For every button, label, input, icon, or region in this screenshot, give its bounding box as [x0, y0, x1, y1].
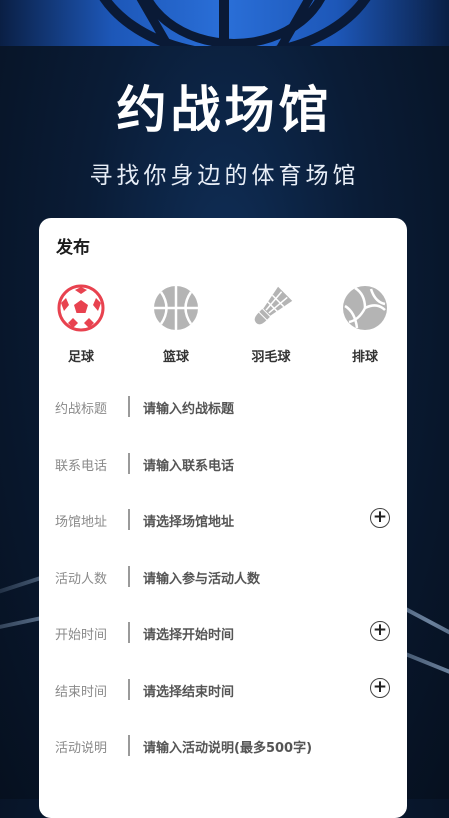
field-divider: [128, 396, 130, 417]
field-label: 场馆地址: [55, 515, 108, 530]
add-start-time-icon[interactable]: +: [370, 621, 390, 641]
field-title[interactable]: 约战标题 请输入约战标题: [39, 392, 407, 422]
add-address-icon[interactable]: +: [370, 508, 390, 528]
sport-option-basketball[interactable]: 篮球: [141, 284, 211, 365]
field-label: 活动说明: [55, 741, 108, 756]
page-title: 约战场馆: [116, 81, 333, 139]
field-divider: [128, 509, 130, 530]
field-participants[interactable]: 活动人数 请输入参与活动人数: [39, 562, 407, 592]
shuttlecock-icon: [247, 284, 295, 332]
page-subtitle: 寻找你身边的体育场馆: [89, 163, 360, 189]
venue-address-select[interactable]: 请选择场馆地址: [143, 511, 234, 530]
field-label: 结束时间: [55, 685, 108, 700]
participants-input[interactable]: 请输入参与活动人数: [143, 568, 260, 587]
publish-card: 发布 足球 篮球 羽毛球 排球 约战标题 请输入约战标题 联系电话 请输入联系电…: [39, 218, 407, 818]
field-divider: [128, 679, 130, 700]
add-end-time-icon[interactable]: +: [370, 678, 390, 698]
card-title: 发布: [56, 238, 90, 258]
sport-option-soccer[interactable]: 足球: [46, 284, 116, 365]
field-label: 活动人数: [55, 572, 108, 587]
field-divider: [128, 453, 130, 474]
field-label: 开始时间: [55, 628, 108, 643]
end-time-select[interactable]: 请选择结束时间: [143, 681, 234, 700]
sport-label: 排球: [351, 350, 378, 365]
sport-label: 足球: [67, 350, 94, 365]
header-banner: [0, 0, 449, 46]
field-phone[interactable]: 联系电话 请输入联系电话: [39, 449, 407, 479]
field-start-time[interactable]: 开始时间 请选择开始时间 +: [39, 618, 407, 648]
sport-option-volleyball[interactable]: 排球: [330, 284, 400, 365]
spoke-decoration: [219, 0, 229, 46]
phone-input[interactable]: 请输入联系电话: [143, 455, 234, 474]
start-time-select[interactable]: 请选择开始时间: [143, 624, 234, 643]
field-venue-address[interactable]: 场馆地址 请选择场馆地址 +: [39, 505, 407, 535]
sport-option-badminton[interactable]: 羽毛球: [236, 284, 306, 365]
sport-label: 羽毛球: [251, 350, 291, 365]
basketball-icon: [152, 284, 200, 332]
field-end-time[interactable]: 结束时间 请选择结束时间 +: [39, 675, 407, 705]
description-input[interactable]: 请输入活动说明(最多500字): [143, 737, 312, 756]
field-divider: [128, 566, 130, 587]
title-input[interactable]: 请输入约战标题: [143, 398, 234, 417]
field-label: 联系电话: [55, 459, 108, 474]
sport-selector: 足球 篮球 羽毛球 排球: [39, 284, 407, 366]
field-description[interactable]: 活动说明 请输入活动说明(最多500字): [39, 731, 407, 761]
field-divider: [128, 622, 130, 643]
field-divider: [128, 735, 130, 756]
sport-label: 篮球: [162, 350, 189, 365]
volleyball-icon: [341, 284, 389, 332]
soccer-ball-icon: [57, 284, 105, 332]
field-label: 约战标题: [55, 402, 108, 417]
